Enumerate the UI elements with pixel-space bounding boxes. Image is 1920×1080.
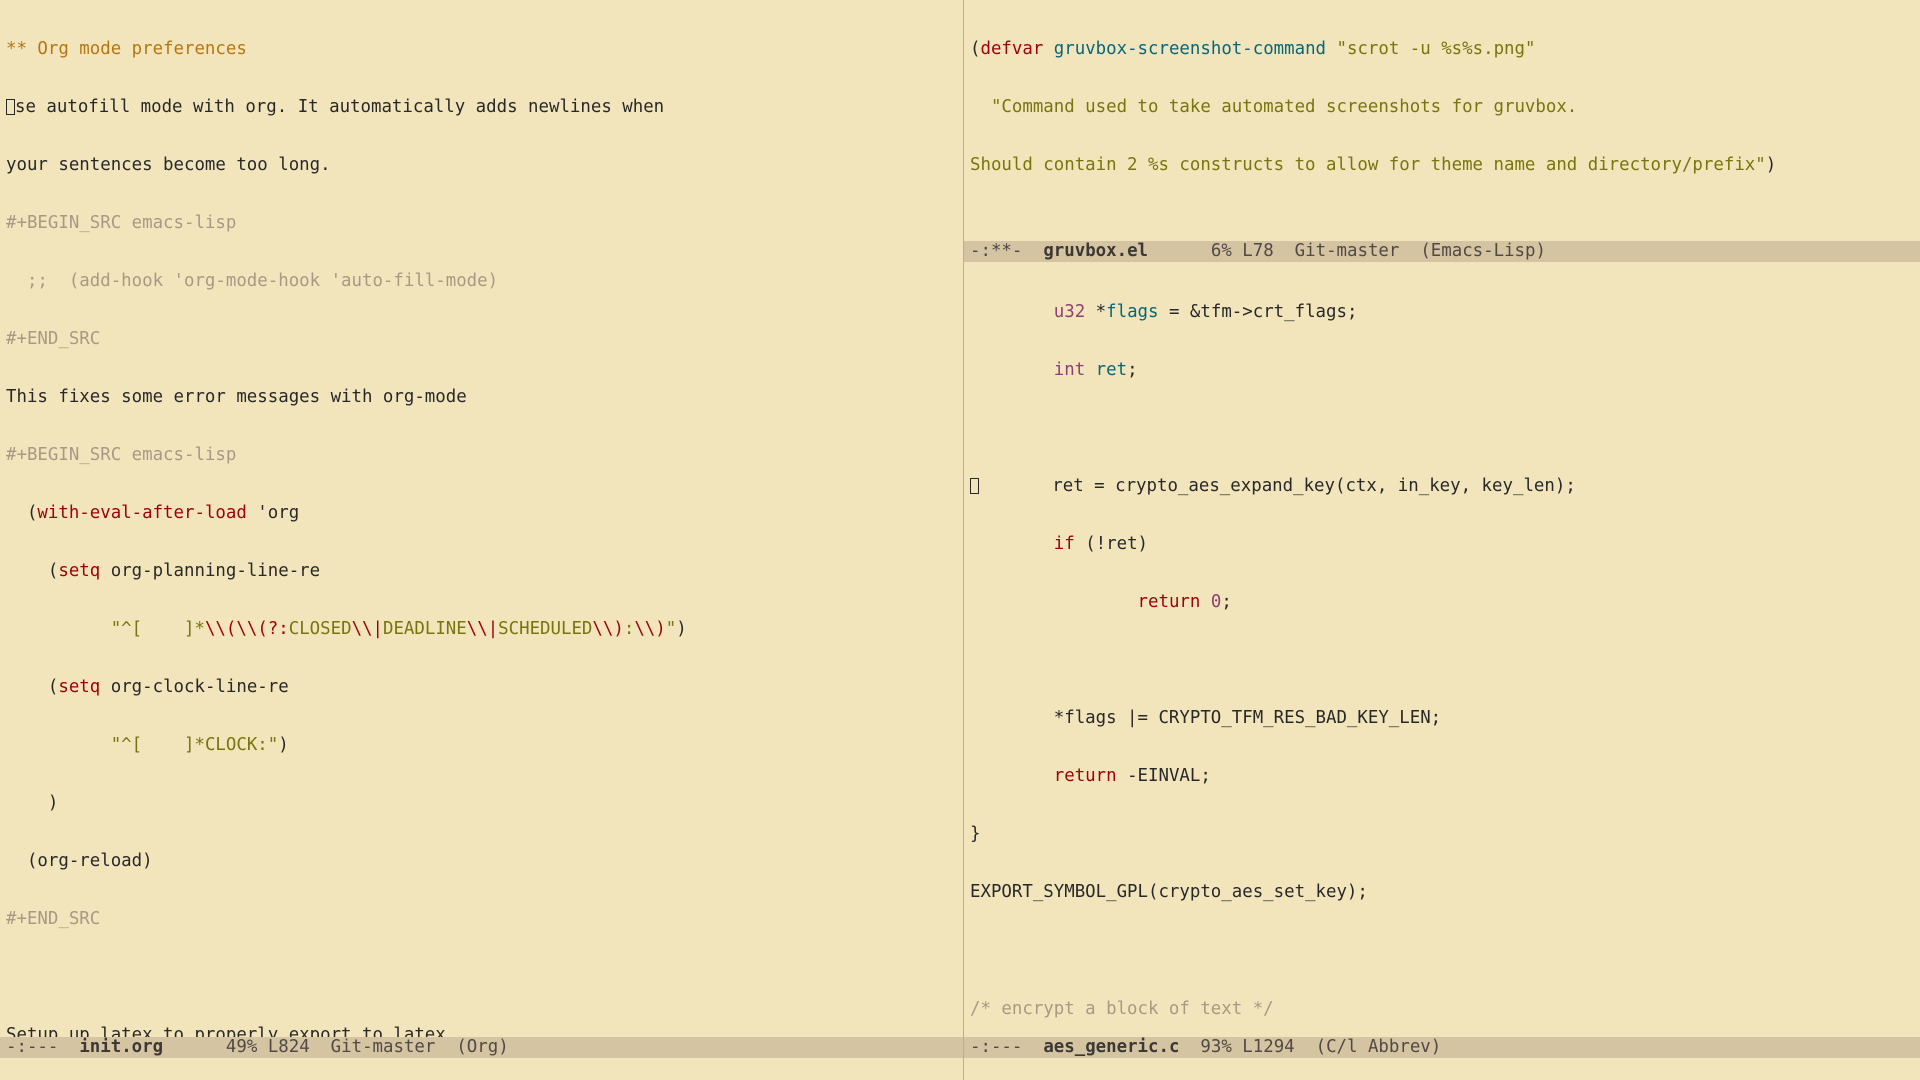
minibuffer-right[interactable] [964, 1058, 1920, 1080]
c-line: return 0; [964, 593, 1920, 612]
modeline-percent: 49% [226, 1037, 257, 1057]
modeline-percent: 6% [1211, 241, 1232, 261]
blank-line [964, 214, 1920, 233]
modeline-line-number: L1294 [1242, 1037, 1294, 1057]
window-init-org[interactable]: ** Org mode preferences se autofill mode… [0, 0, 963, 1080]
modeline-init-org[interactable]: -:--- init.org 49% L824 Git-master (Org) [0, 1037, 963, 1058]
modeline-flags: -:--- [970, 1037, 1022, 1057]
lisp-line: (setq org-planning-line-re [0, 562, 963, 581]
window-aes-generic-c[interactable]: u32 *flags = &tfm->crt_flags; int ret; r… [964, 262, 1920, 1080]
modeline-major-mode: (Emacs-Lisp) [1420, 241, 1546, 261]
text-cursor [6, 99, 15, 115]
blank-line [964, 651, 1920, 670]
c-line-with-mark: ret = crypto_aes_expand_key(ctx, in_key,… [964, 477, 1920, 496]
c-line: u32 *flags = &tfm->crt_flags; [964, 303, 1920, 322]
lisp-line: (defvar gruvbox-screenshot-command "scro… [964, 40, 1920, 59]
org-text-line: se autofill mode with org. It automatica… [0, 98, 963, 117]
modeline-buffer-name: gruvbox.el [1043, 241, 1148, 261]
modeline-major-mode: (C/l Abbrev) [1316, 1037, 1442, 1057]
modeline-aes-generic-c[interactable]: -:--- aes_generic.c 93% L1294 (C/l Abbre… [964, 1037, 1920, 1058]
lisp-line: "^[ ]*\\(\\(?:CLOSED\\|DEADLINE\\|SCHEDU… [0, 620, 963, 639]
other-window-cursor [970, 478, 979, 494]
modeline-buffer-name: init.org [79, 1037, 163, 1057]
modeline-major-mode: (Org) [456, 1037, 508, 1057]
blank-line [0, 968, 963, 987]
lisp-line: (org-reload) [0, 852, 963, 871]
modeline-flags: -:--- [6, 1037, 58, 1057]
lisp-line: ) [0, 794, 963, 813]
modeline-gruvbox-el[interactable]: -:**- gruvbox.el 6% L78 Git-master (Emac… [964, 241, 1920, 262]
modeline-buffer-name: aes_generic.c [1043, 1037, 1179, 1057]
modeline-line-number: L78 [1242, 241, 1273, 261]
c-comment: /* encrypt a block of text */ [964, 1000, 1920, 1019]
c-line: } [964, 825, 1920, 844]
blank-line [964, 941, 1920, 960]
blank-line [964, 419, 1920, 438]
lisp-comment: ;; (add-hook 'org-mode-hook 'auto-fill-m… [0, 272, 963, 291]
org-heading: ** Org mode preferences [0, 40, 963, 59]
minibuffer-left[interactable] [0, 1058, 963, 1080]
c-line: *flags |= CRYPTO_TFM_RES_BAD_KEY_LEN; [964, 709, 1920, 728]
c-line: return -EINVAL; [964, 767, 1920, 786]
modeline-flags: -:**- [970, 241, 1022, 261]
c-line: if (!ret) [964, 535, 1920, 554]
modeline-line-number: L824 [268, 1037, 310, 1057]
org-block-begin: #+BEGIN_SRC emacs-lisp [0, 446, 963, 465]
buffer-gruvbox-el[interactable]: (defvar gruvbox-screenshot-command "scro… [964, 0, 1920, 262]
buffer-init-org[interactable]: ** Org mode preferences se autofill mode… [0, 0, 963, 1080]
org-block-end: #+END_SRC [0, 330, 963, 349]
org-text-line: This fixes some error messages with org-… [0, 388, 963, 407]
lisp-docstring: "Command used to take automated screensh… [964, 98, 1920, 117]
org-text-line: your sentences become too long. [0, 156, 963, 175]
lisp-line: "^[ ]*CLOCK:") [0, 736, 963, 755]
buffer-aes-generic-c[interactable]: u32 *flags = &tfm->crt_flags; int ret; r… [964, 262, 1920, 1080]
org-block-end: #+END_SRC [0, 910, 963, 929]
lisp-line: (setq org-clock-line-re [0, 678, 963, 697]
c-line: int ret; [964, 361, 1920, 380]
c-line: EXPORT_SYMBOL_GPL(crypto_aes_set_key); [964, 883, 1920, 902]
modeline-percent: 93% [1200, 1037, 1231, 1057]
window-gruvbox-el[interactable]: (defvar gruvbox-screenshot-command "scro… [964, 0, 1920, 262]
modeline-vc: Git-master [331, 1037, 436, 1057]
lisp-docstring: Should contain 2 %s constructs to allow … [964, 156, 1920, 175]
right-column: (defvar gruvbox-screenshot-command "scro… [963, 0, 1920, 1080]
org-block-begin: #+BEGIN_SRC emacs-lisp [0, 214, 963, 233]
modeline-vc: Git-master [1295, 241, 1400, 261]
lisp-line: (with-eval-after-load 'org [0, 504, 963, 523]
emacs-frame: ** Org mode preferences se autofill mode… [0, 0, 1920, 1080]
